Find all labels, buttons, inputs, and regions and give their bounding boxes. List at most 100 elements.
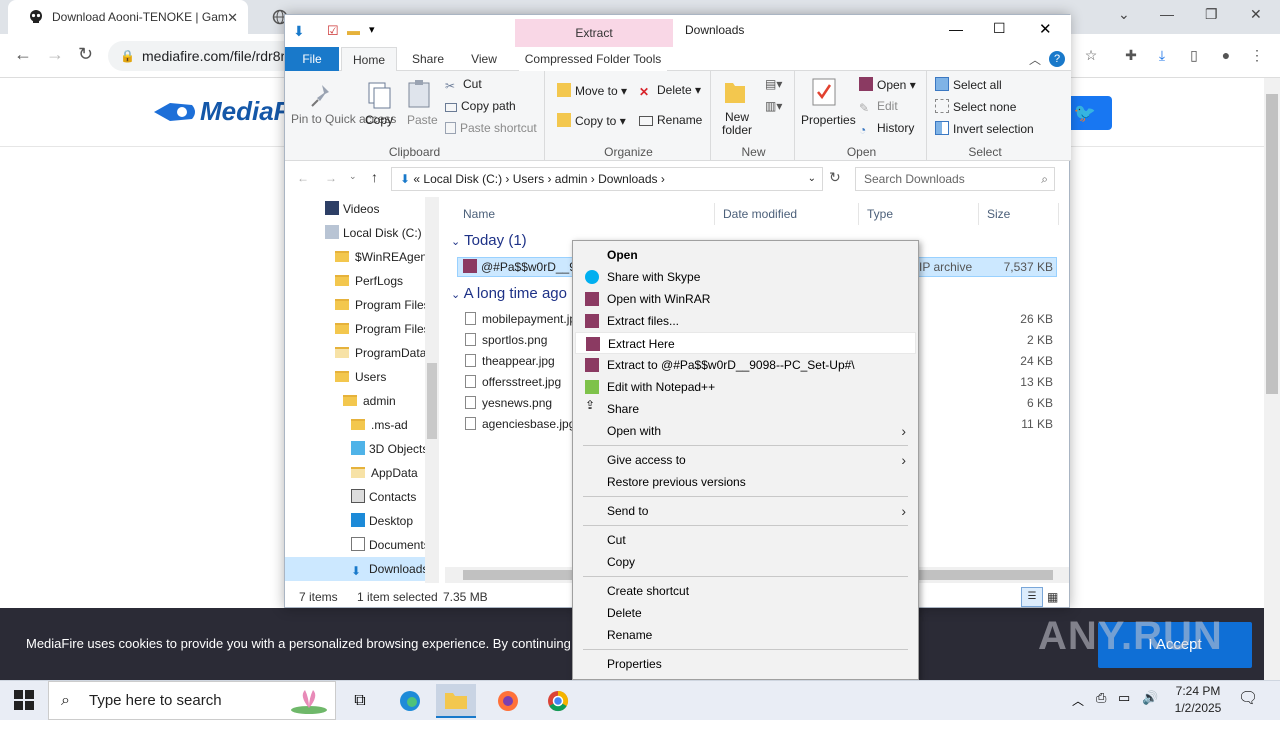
nav-item-admin[interactable]: admin xyxy=(343,389,396,413)
menu-open-winrar[interactable]: Open with WinRAR xyxy=(575,288,916,310)
page-scroll-thumb[interactable] xyxy=(1266,94,1278,394)
properties-button[interactable]: Properties xyxy=(801,113,856,127)
invert-selection-button[interactable]: Invert selection xyxy=(935,121,1034,136)
close-tab-icon[interactable]: ✕ xyxy=(227,10,238,26)
forward-icon[interactable]: → xyxy=(46,44,64,65)
menu-create-shortcut[interactable]: Create shortcut xyxy=(575,580,916,602)
restore-icon[interactable]: ❐ xyxy=(1205,6,1218,23)
nav-item-program-files[interactable]: Program Files xyxy=(335,293,425,317)
windows-start-icon[interactable] xyxy=(14,690,34,710)
chrome-icon[interactable] xyxy=(538,684,578,718)
taskbar-clock[interactable]: 7:24 PM 1/2/2025 xyxy=(1166,683,1230,717)
group-today[interactable]: ⌄ Today (1) xyxy=(451,232,527,249)
copy-to-button[interactable]: Copy to ▾ xyxy=(557,113,626,128)
nav-item-perflogs[interactable]: PerfLogs xyxy=(335,269,425,293)
tab-compressed-folder-tools[interactable]: Compressed Folder Tools xyxy=(519,47,667,71)
close-window-icon[interactable]: ✕ xyxy=(1250,6,1262,23)
move-to-button[interactable]: Move to ▾ xyxy=(557,83,627,98)
pin-quick-access-button[interactable]: Pin to Quick access xyxy=(291,113,396,126)
menu-edit-notepad[interactable]: Edit with Notepad++ xyxy=(575,376,916,398)
select-all-button[interactable]: Select all xyxy=(935,77,1002,92)
tray-chevron-icon[interactable]: ︿ xyxy=(1072,692,1084,709)
rename-button[interactable]: Rename xyxy=(639,113,702,127)
close-icon[interactable]: ✕ xyxy=(1039,20,1052,38)
star-icon[interactable]: ☆ xyxy=(1082,46,1100,64)
profile-icon[interactable]: ● xyxy=(1217,46,1235,64)
nav-item-winreagent[interactable]: $WinREAgent xyxy=(335,245,425,269)
menu-rename[interactable]: Rename xyxy=(575,624,916,646)
column-type[interactable]: Type xyxy=(861,203,979,225)
menu-restore-versions[interactable]: Restore previous versions xyxy=(575,471,916,493)
nav-item-3d-objects[interactable]: 3D Objects xyxy=(351,437,425,461)
file-explorer-icon[interactable] xyxy=(436,684,476,718)
easy-access-icon[interactable]: ▥▾ xyxy=(765,99,782,113)
explorer-search-input[interactable]: Search Downloads ⌕ xyxy=(855,167,1055,191)
nav-item-program-files-x86[interactable]: Program Files xyxy=(335,317,425,341)
paste-button[interactable]: Paste xyxy=(407,113,438,127)
new-folder-button[interactable]: New folder xyxy=(717,111,757,137)
paste-shortcut-button[interactable]: Paste shortcut xyxy=(445,121,537,135)
edge-icon[interactable] xyxy=(390,684,430,718)
tab-file[interactable]: File xyxy=(285,47,339,71)
group-long-ago[interactable]: ⌄ A long time ago xyxy=(451,285,567,302)
open-button[interactable]: Open ▾ xyxy=(859,77,916,92)
firefox-icon[interactable] xyxy=(488,684,528,718)
column-name[interactable]: Name xyxy=(457,203,715,225)
menu-open-with[interactable]: Open with › xyxy=(575,420,916,442)
column-size[interactable]: Size xyxy=(981,203,1059,225)
volume-icon[interactable]: 🔊 xyxy=(1142,690,1158,706)
menu-share[interactable]: ⇪ Share xyxy=(575,398,916,420)
menu-share-skype[interactable]: Share with Skype xyxy=(575,266,916,288)
forward-icon[interactable]: → xyxy=(325,171,337,185)
menu-open[interactable]: Open xyxy=(575,244,916,266)
network-icon[interactable]: ⎙ xyxy=(1096,690,1106,706)
sidepanel-icon[interactable]: ▯ xyxy=(1185,46,1203,64)
qa-dropdown-icon[interactable]: ▾ xyxy=(369,23,375,36)
maximize-icon[interactable]: ☐ xyxy=(993,20,1006,37)
tab-share[interactable]: Share xyxy=(403,47,453,71)
cut-button[interactable]: ✂ Cut xyxy=(445,77,482,93)
tab-home[interactable]: Home xyxy=(341,47,397,71)
path-segment[interactable]: Users xyxy=(513,172,544,186)
column-date-modified[interactable]: Date modified xyxy=(717,203,859,225)
menu-cut[interactable]: Cut xyxy=(575,529,916,551)
extensions-icon[interactable]: ✚ xyxy=(1122,46,1140,64)
nav-item-videos[interactable]: Videos xyxy=(325,197,379,221)
path-segment[interactable]: Local Disk (C:) xyxy=(423,172,502,186)
menu-extract-to[interactable]: Extract to @#Pa$$w0rD__9098--PC_Set-Up#\ xyxy=(575,354,916,376)
copy-path-button[interactable]: Copy path xyxy=(445,99,516,113)
nav-item-appdata[interactable]: AppData xyxy=(351,461,418,485)
recent-locations-icon[interactable]: ⌄ xyxy=(349,171,357,182)
help-icon[interactable]: ? xyxy=(1049,51,1065,67)
delete-button[interactable]: ✕ Delete ▾ xyxy=(639,83,701,99)
back-icon[interactable]: ← xyxy=(297,171,309,185)
nav-item-contacts[interactable]: Contacts xyxy=(351,485,416,509)
notifications-icon[interactable]: 🗨 xyxy=(1238,688,1258,708)
tab-view[interactable]: View xyxy=(459,47,509,71)
file-row[interactable]: sportlos.png xyxy=(465,330,547,350)
wifi-icon[interactable]: ▭ xyxy=(1118,690,1130,706)
nav-scroll-thumb[interactable] xyxy=(427,363,437,439)
nav-item-programdata[interactable]: ProgramData xyxy=(335,341,425,365)
file-row[interactable]: agenciesbase.jpg xyxy=(465,414,575,434)
download-icon[interactable]: ⤓ xyxy=(1153,46,1171,64)
nav-item-documents[interactable]: Documents xyxy=(351,533,425,557)
up-icon[interactable]: ↑ xyxy=(371,169,378,185)
copy-button[interactable]: Copy xyxy=(365,113,393,127)
file-name[interactable]: @#Pa$$w0rD__90 xyxy=(463,257,583,277)
menu-properties[interactable]: Properties xyxy=(575,653,916,675)
path-dropdown-icon[interactable]: ⌄ xyxy=(808,168,816,190)
file-row[interactable]: offersstreet.jpg xyxy=(465,372,561,392)
refresh-icon[interactable]: ↻ xyxy=(829,169,841,186)
menu-extract-here[interactable]: Extract Here xyxy=(575,332,916,354)
path-box[interactable]: ⬇ « Local Disk (C:) › Users › admin › Do… xyxy=(391,167,823,191)
browser-tab-active[interactable]: Download Aooni-TENOKE | Gam ✕ xyxy=(8,0,248,34)
nav-item-desktop[interactable]: Desktop xyxy=(351,509,413,533)
collapse-ribbon-icon[interactable]: ︿ xyxy=(1029,51,1041,68)
menu-extract-files[interactable]: Extract files... xyxy=(575,310,916,332)
details-view-icon[interactable]: ☰ xyxy=(1021,587,1043,607)
file-row[interactable]: mobilepayment.jp xyxy=(465,309,576,329)
reload-icon[interactable]: ↻ xyxy=(78,44,93,65)
minimize-icon[interactable]: — xyxy=(1160,6,1174,22)
menu-delete[interactable]: Delete xyxy=(575,602,916,624)
